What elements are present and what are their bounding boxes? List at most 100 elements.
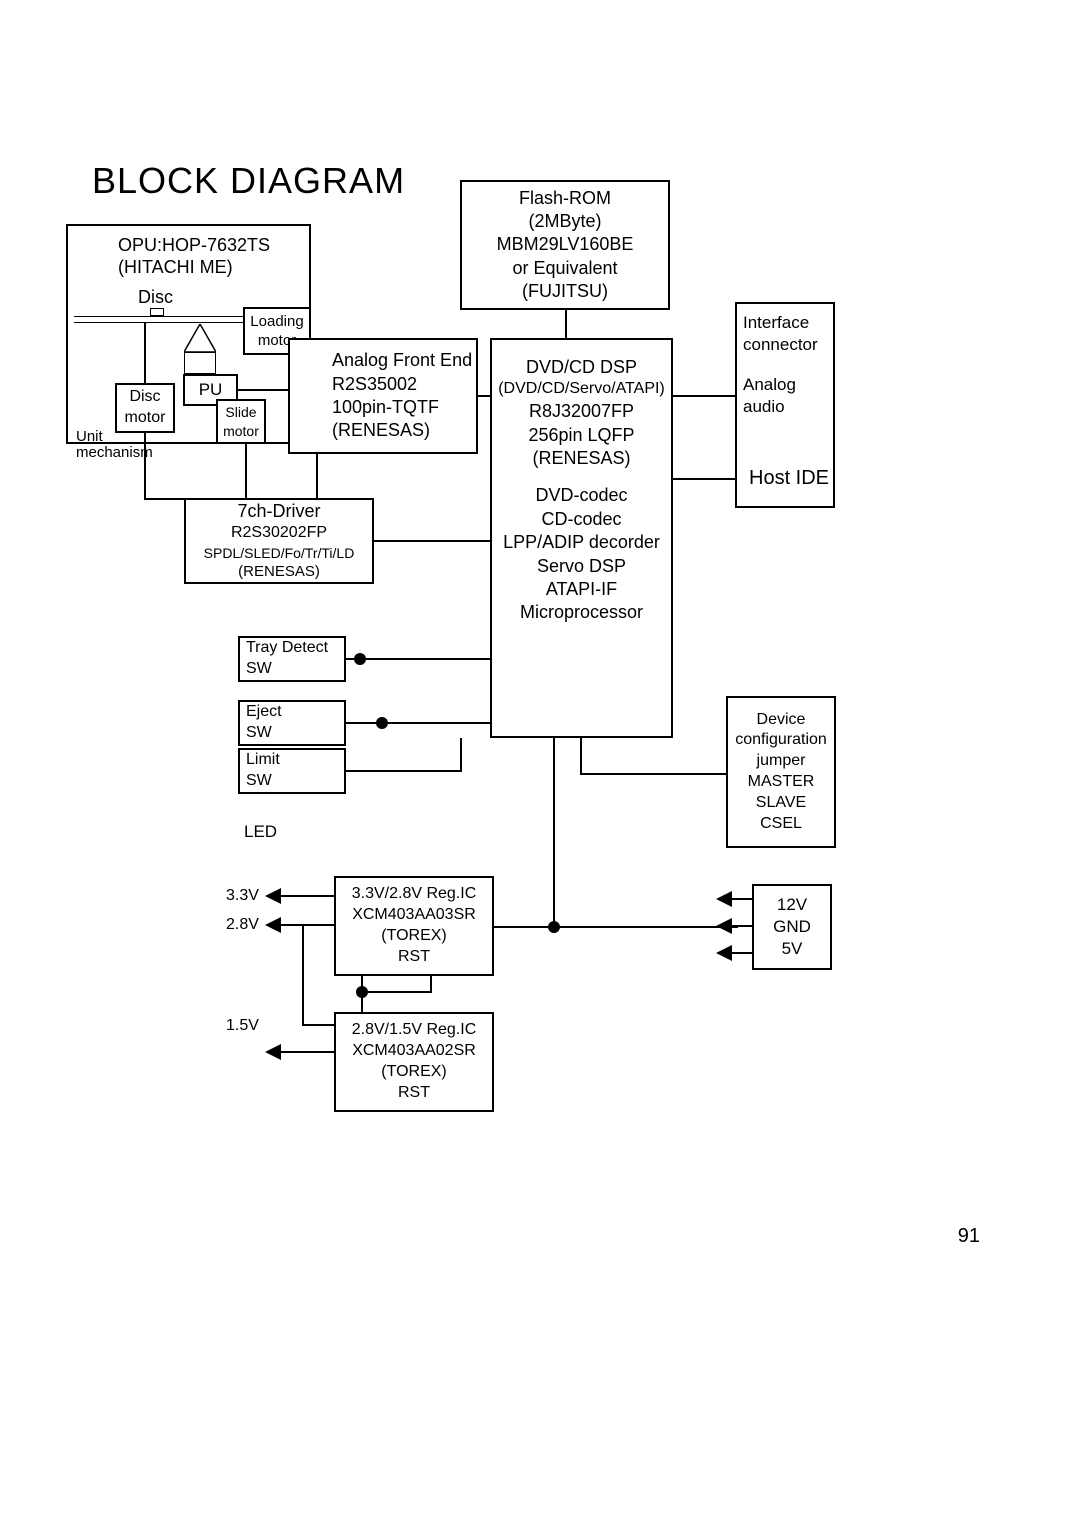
limit-block: Limit SW — [238, 748, 346, 794]
arrow-left-icon — [265, 917, 281, 933]
eject-block: Eject SW — [238, 700, 346, 746]
afe-l2: R2S35002 — [332, 373, 417, 396]
driver-l2: R2S30202FP — [231, 523, 327, 544]
reg2-l2: XCM403AA02SR — [352, 1041, 476, 1062]
flash-rom-line2: (2MByte) — [528, 210, 601, 233]
disc-label: Disc — [138, 286, 173, 309]
reg2-l3: (TOREX) — [381, 1062, 446, 1083]
dc-l1: Device — [757, 710, 806, 731]
dsp-l6: DVD-codec — [535, 484, 627, 507]
driver-l3: SPDL/SLED/Fo/Tr/Ti/LD — [204, 544, 355, 562]
reg1-l4: RST — [398, 947, 430, 968]
device-config-block: Device configuration jumper MASTER SLAVE… — [726, 696, 836, 848]
eject-l1: Eject — [246, 702, 282, 723]
dsp-l2: (DVD/CD/Servo/ATAPI) — [498, 379, 665, 400]
junction-dot — [376, 717, 388, 729]
pgnd: GND — [773, 916, 811, 938]
connector-line — [346, 770, 462, 772]
afe-l1: Analog Front End — [332, 349, 472, 372]
dsp-l5: (RENESAS) — [532, 447, 630, 470]
driver-l1: 7ch-Driver — [237, 500, 320, 523]
dsp-l9: Servo DSP — [537, 555, 626, 578]
slide-motor-l2: motor — [223, 422, 259, 440]
pu-housing — [184, 352, 216, 374]
dc-l2: configuration — [735, 730, 827, 751]
tray-detect-l1: Tray Detect — [246, 638, 328, 659]
pu-text: PU — [199, 379, 223, 401]
reg2-block: 2.8V/1.5V Reg.IC XCM403AA02SR (TOREX) RS… — [334, 1012, 494, 1112]
connector-line — [673, 478, 735, 480]
flash-rom-line1: Flash-ROM — [519, 187, 611, 210]
connector-line — [430, 976, 432, 993]
iface-l2: connector — [743, 334, 818, 356]
analog-l2: audio — [743, 396, 785, 418]
limit-l2: SW — [246, 771, 272, 792]
connector-line — [302, 924, 304, 1024]
reg2-l4: RST — [398, 1083, 430, 1104]
dc-l4: MASTER — [748, 772, 815, 793]
reg1-l2: XCM403AA03SR — [352, 905, 476, 926]
slide-motor-l1: Slide — [225, 403, 256, 421]
tray-detect-block: Tray Detect SW — [238, 636, 346, 682]
spindle-triangle — [184, 324, 216, 352]
connector-line — [731, 898, 753, 900]
tray-detect-l2: SW — [246, 659, 272, 680]
opu-label-line2: (HITACHI ME) — [118, 256, 233, 279]
connector-line — [374, 540, 492, 542]
flash-rom-block: Flash-ROM (2MByte) MBM29LV160BE or Equiv… — [460, 180, 670, 310]
connector-line — [245, 444, 247, 499]
afe-l4: (RENESAS) — [332, 419, 430, 442]
power-block: 12V GND 5V — [752, 884, 832, 970]
disc-motor-l2: motor — [125, 408, 166, 429]
connector-line — [346, 658, 491, 660]
connector-line — [580, 738, 582, 774]
connector-line — [280, 924, 335, 926]
disc-shape — [150, 308, 164, 316]
p12v: 12V — [777, 894, 807, 916]
opu-label-line1: OPU:HOP-7632TS — [118, 234, 270, 257]
connector-line — [361, 991, 431, 993]
connector-line — [565, 310, 567, 338]
connector-line — [494, 926, 738, 928]
connector-line — [731, 925, 753, 927]
driver-l4: (RENESAS) — [238, 562, 320, 582]
flash-rom-line3: MBM29LV160BE — [497, 233, 634, 256]
connector-line — [346, 722, 491, 724]
iface-l1: Interface — [743, 312, 809, 334]
arrow-left-icon — [716, 891, 732, 907]
host-ide-label: Host IDE — [749, 465, 829, 491]
reg1-l1: 3.3V/2.8V Reg.IC — [352, 884, 477, 905]
page-number: 91 — [958, 1225, 980, 1248]
dsp-l11: Microprocessor — [520, 601, 643, 624]
v33-label: 3.3V — [226, 886, 259, 907]
connector-line — [580, 773, 728, 775]
v15-label: 1.5V — [226, 1016, 259, 1037]
limit-l1: Limit — [246, 750, 280, 771]
dsp-l7: CD-codec — [541, 508, 621, 531]
connector-line — [460, 738, 462, 772]
p5v: 5V — [782, 938, 803, 960]
connector-line — [238, 389, 288, 391]
unit-mech-l2: mechanism — [76, 443, 153, 463]
arrow-left-icon — [265, 888, 281, 904]
connector-line — [302, 1024, 336, 1026]
led-label: LED — [244, 821, 277, 843]
arrow-left-icon — [265, 1044, 281, 1060]
driver-block: 7ch-Driver R2S30202FP SPDL/SLED/Fo/Tr/Ti… — [184, 498, 374, 584]
reg2-l1: 2.8V/1.5V Reg.IC — [352, 1020, 477, 1041]
eject-l2: SW — [246, 723, 272, 744]
arrow-left-icon — [716, 918, 732, 934]
dsp-block: DVD/CD DSP (DVD/CD/Servo/ATAPI) R8J32007… — [490, 338, 673, 738]
junction-dot — [354, 653, 366, 665]
disc-motor-block: Disc motor — [115, 383, 175, 433]
connector-line — [144, 322, 146, 383]
dsp-l10: ATAPI-IF — [546, 578, 617, 601]
connector-line — [280, 1051, 335, 1053]
junction-dot — [548, 921, 560, 933]
dc-l6: CSEL — [760, 814, 802, 835]
analog-l1: Analog — [743, 374, 796, 396]
dsp-l4: 256pin LQFP — [528, 424, 634, 447]
reg1-l3: (TOREX) — [381, 926, 446, 947]
flash-rom-line5: (FUJITSU) — [522, 280, 608, 303]
afe-l3: 100pin-TQTF — [332, 396, 439, 419]
